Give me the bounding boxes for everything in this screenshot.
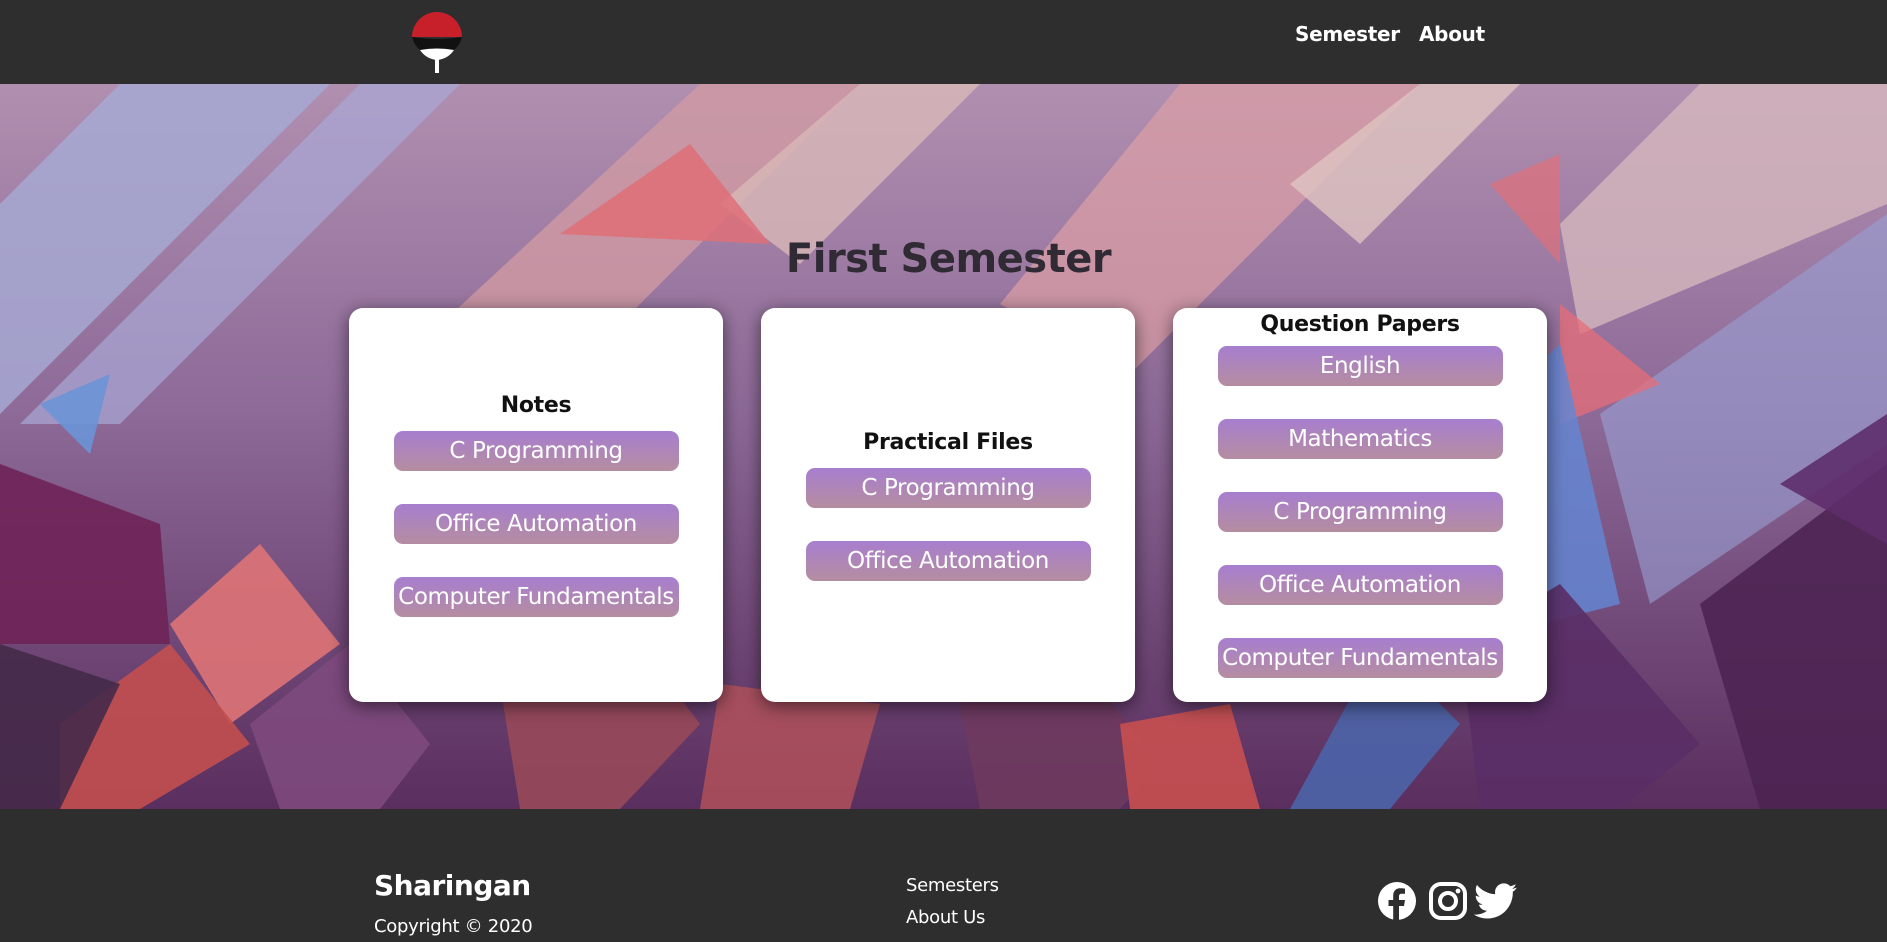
nav-link-about[interactable]: About [1419,22,1485,46]
facebook-icon[interactable] [1377,881,1417,921]
question-papers-card-title: Question Papers [1260,312,1460,337]
notes-computer-fundamentals-button[interactable]: Computer Fundamentals [393,577,679,617]
navbar: Semester About [0,0,1887,84]
footer-copyright: Copyright © 2020 [374,916,533,937]
practical-files-card: Practical Files C Programming Office Aut… [761,308,1135,702]
hero-section: First Semester Notes C Programming Offic… [0,84,1887,809]
qp-office-automation-button[interactable]: Office Automation [1217,565,1503,605]
notes-office-automation-button[interactable]: Office Automation [393,504,679,544]
twitter-icon[interactable] [1474,881,1518,921]
uchiha-fan-logo-icon[interactable] [410,7,464,73]
qp-english-button[interactable]: English [1217,346,1503,386]
notes-card: Notes C Programming Office Automation Co… [349,308,723,702]
footer: Sharingan Copyright © 2020 Semesters Abo… [0,809,1887,942]
footer-link-about-us[interactable]: About Us [906,907,985,928]
nav-link-semester[interactable]: Semester [1295,22,1400,46]
qp-mathematics-button[interactable]: Mathematics [1217,419,1503,459]
instagram-icon[interactable] [1428,881,1468,921]
practical-files-card-title: Practical Files [863,429,1033,455]
qp-c-programming-button[interactable]: C Programming [1217,492,1503,532]
page-title: First Semester [785,236,1112,282]
notes-c-programming-button[interactable]: C Programming [393,431,679,471]
qp-computer-fundamentals-button[interactable]: Computer Fundamentals [1217,638,1503,678]
practical-office-automation-button[interactable]: Office Automation [805,540,1091,581]
footer-brand: Sharingan [374,869,531,902]
practical-c-programming-button[interactable]: C Programming [805,467,1091,508]
question-papers-card: Question Papers English Mathematics C Pr… [1173,308,1547,702]
footer-link-semesters[interactable]: Semesters [906,875,999,896]
notes-card-title: Notes [500,393,572,418]
